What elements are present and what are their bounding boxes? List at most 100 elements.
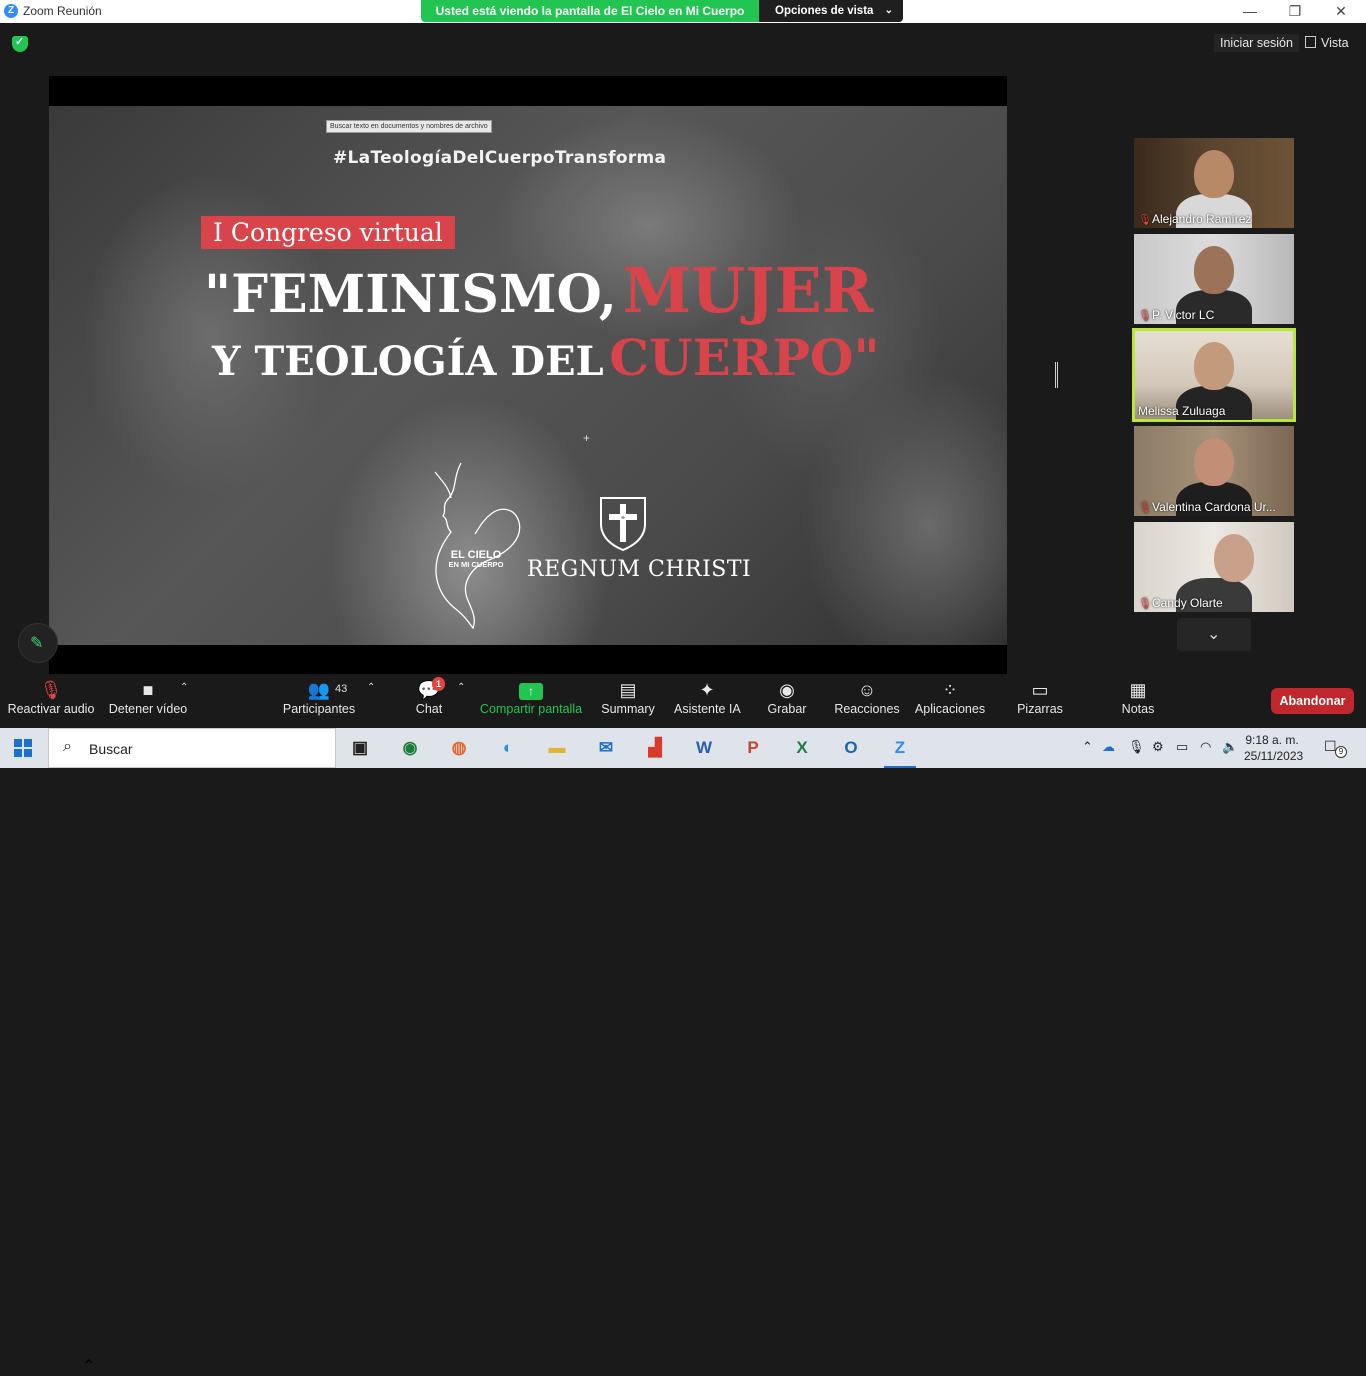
- view-options-label: Opciones de vista: [775, 5, 874, 17]
- word-icon[interactable]: W: [688, 734, 720, 762]
- taskbar-search-placeholder: Buscar: [89, 741, 133, 757]
- sign-in-button[interactable]: Iniciar sesión: [1214, 34, 1299, 52]
- video-camera-icon: ■: [142, 680, 154, 700]
- notes-label: Notas: [1121, 702, 1155, 716]
- participant-name: 🎙Alejandro Ramírez: [1138, 212, 1251, 226]
- zoom-taskbar-icon[interactable]: Z: [884, 734, 916, 768]
- shared-screen[interactable]: Buscar texto en documentos y nombres de …: [49, 76, 1007, 674]
- participants-options-caret-icon[interactable]: ⌃: [367, 682, 375, 693]
- windows-start-icon[interactable]: [14, 739, 32, 757]
- slide-event-label: I Congreso virtual: [201, 216, 455, 249]
- share-screen-button[interactable]: ↑ Compartir pantalla: [478, 674, 584, 728]
- view-options-button[interactable]: Opciones de vista ⌄: [759, 0, 903, 22]
- reactions-button[interactable]: ☺ Reacciones: [834, 674, 900, 728]
- ai-assistant-label: Asistente IA: [674, 702, 741, 716]
- record-button[interactable]: ◉ Grabar: [764, 674, 810, 728]
- participant-tile[interactable]: 🎙P. Victor LC: [1134, 234, 1294, 324]
- whiteboards-button[interactable]: ▭ Pizarras: [1014, 674, 1066, 728]
- powerpoint-icon[interactable]: P: [737, 734, 769, 762]
- notes-icon: ▦: [1129, 680, 1147, 700]
- clock-time: 9:18 a. m.: [1245, 733, 1299, 747]
- acrobat-icon[interactable]: ▟: [639, 734, 671, 762]
- panel-resize-handle[interactable]: [1055, 362, 1058, 388]
- apps-button[interactable]: ⁘ Aplicaciones: [914, 674, 986, 728]
- muted-mic-icon: 🎙: [39, 680, 63, 700]
- network-settings-icon[interactable]: ⚙: [1152, 739, 1164, 755]
- minimize-button[interactable]: —: [1235, 2, 1265, 20]
- participant-face: [1194, 150, 1234, 198]
- security-shield-icon[interactable]: [12, 35, 28, 52]
- chevron-down-icon: ⌄: [1207, 626, 1221, 643]
- el-cielo-logo-icon: [434, 462, 521, 630]
- muted-mic-icon: 🎙: [1138, 214, 1152, 226]
- muted-mic-icon: 🎙: [1138, 310, 1152, 322]
- smiley-plus-icon: ☺: [857, 680, 877, 700]
- unmute-audio-button[interactable]: 🎙 Reactivar audio: [6, 674, 96, 728]
- leave-meeting-button[interactable]: Abandonar: [1271, 688, 1354, 714]
- share-screen-arrow-icon: ↑: [519, 683, 543, 700]
- excel-icon[interactable]: X: [786, 734, 818, 762]
- show-hidden-icons-chevron-icon[interactable]: ⌃: [1082, 739, 1093, 755]
- taskbar-clock[interactable]: 9:18 a. m. 25/11/2023: [1244, 732, 1304, 764]
- apps-grid-icon: ⁘: [942, 680, 958, 700]
- slide-hashtag: #LaTeologíaDelCuerpoTransforma: [333, 148, 667, 168]
- participant-tile[interactable]: 🎙Alejandro Ramírez: [1134, 138, 1294, 228]
- participant-face: [1194, 342, 1234, 390]
- participant-tile-active-speaker[interactable]: Melissa Zuluaga: [1132, 328, 1296, 422]
- crosshair-cursor-icon: +: [583, 431, 591, 445]
- share-screen-label: Compartir pantalla: [479, 702, 583, 716]
- participant-name-text: Valentina Cardona Ur...: [1152, 500, 1276, 514]
- clock-date: 25/11/2023: [1244, 749, 1304, 763]
- search-icon: ⌕: [63, 738, 72, 755]
- notifications-count-badge: 9: [1335, 746, 1347, 758]
- close-button[interactable]: ✕: [1326, 2, 1356, 20]
- chat-button[interactable]: 💬 1 Chat: [408, 674, 450, 728]
- battery-icon[interactable]: ▭: [1176, 739, 1188, 755]
- participant-tile[interactable]: 🎙Candy Olarte: [1134, 522, 1294, 612]
- view-button[interactable]: Vista: [1305, 34, 1349, 52]
- participant-tile[interactable]: 🎙Valentina Cardona Ur...: [1134, 426, 1294, 516]
- video-options-caret-icon[interactable]: ⌃: [180, 682, 188, 693]
- summary-button[interactable]: ▤ Summary: [598, 674, 658, 728]
- onedrive-icon[interactable]: ☁: [1102, 739, 1115, 755]
- logo-line-2: EN MI CUERPO: [448, 560, 504, 569]
- chrome-icon[interactable]: ◉: [394, 734, 426, 762]
- edge-icon[interactable]: ◐: [492, 734, 524, 762]
- volume-icon[interactable]: 🔈: [1222, 739, 1238, 755]
- unmute-audio-label: Reactivar audio: [7, 702, 95, 716]
- task-view-icon[interactable]: ▣: [344, 734, 376, 762]
- restore-button[interactable]: ❐: [1280, 2, 1310, 20]
- file-explorer-icon[interactable]: ▬: [541, 734, 573, 762]
- chat-label: Chat: [415, 702, 443, 716]
- title-red-part: MUJER: [622, 254, 874, 327]
- firefox-icon[interactable]: ◍: [443, 734, 475, 762]
- participants-button[interactable]: 👥 43 Participantes: [280, 674, 358, 728]
- chat-options-caret-icon[interactable]: ⌃: [457, 682, 465, 693]
- outlook-icon[interactable]: O: [835, 734, 867, 762]
- audio-options-caret-icon[interactable]: ⌃: [82, 1356, 95, 1376]
- notifications-icon[interactable]: ☐ 9: [1324, 738, 1347, 758]
- microphone-icon[interactable]: 🎙: [1128, 739, 1145, 755]
- summary-label: Summary: [601, 702, 655, 716]
- whiteboard-icon: ▭: [1031, 680, 1049, 700]
- stop-video-button[interactable]: ■ Detener vídeo: [106, 674, 190, 728]
- annotate-button[interactable]: ✎: [18, 623, 58, 663]
- participant-face: [1194, 246, 1234, 294]
- record-label: Grabar: [767, 702, 807, 716]
- notes-button[interactable]: ▦ Notas: [1118, 674, 1158, 728]
- screen-share-bar: Usted está viendo la pantalla de El Ciel…: [421, 0, 903, 22]
- zoom-app-icon: Z: [4, 4, 18, 18]
- participant-face: [1214, 534, 1254, 582]
- participant-name: 🎙P. Victor LC: [1138, 308, 1214, 322]
- ai-assistant-button[interactable]: ✦ Asistente IA: [674, 674, 741, 728]
- window-title: Zoom Reunión: [23, 4, 102, 18]
- participant-face: [1194, 438, 1234, 486]
- view-label: Vista: [1321, 36, 1349, 50]
- scroll-participants-down-button[interactable]: ⌄: [1177, 618, 1251, 651]
- mail-icon[interactable]: ✉: [590, 734, 622, 762]
- taskbar-search-box[interactable]: ⌕ Buscar: [48, 728, 336, 768]
- title-white-part: Y TEOLOGÍA DEL: [212, 338, 604, 385]
- muted-mic-icon: 🎙: [1138, 502, 1152, 514]
- stop-video-label: Detener vídeo: [108, 702, 188, 716]
- wifi-icon[interactable]: ◠: [1200, 739, 1211, 755]
